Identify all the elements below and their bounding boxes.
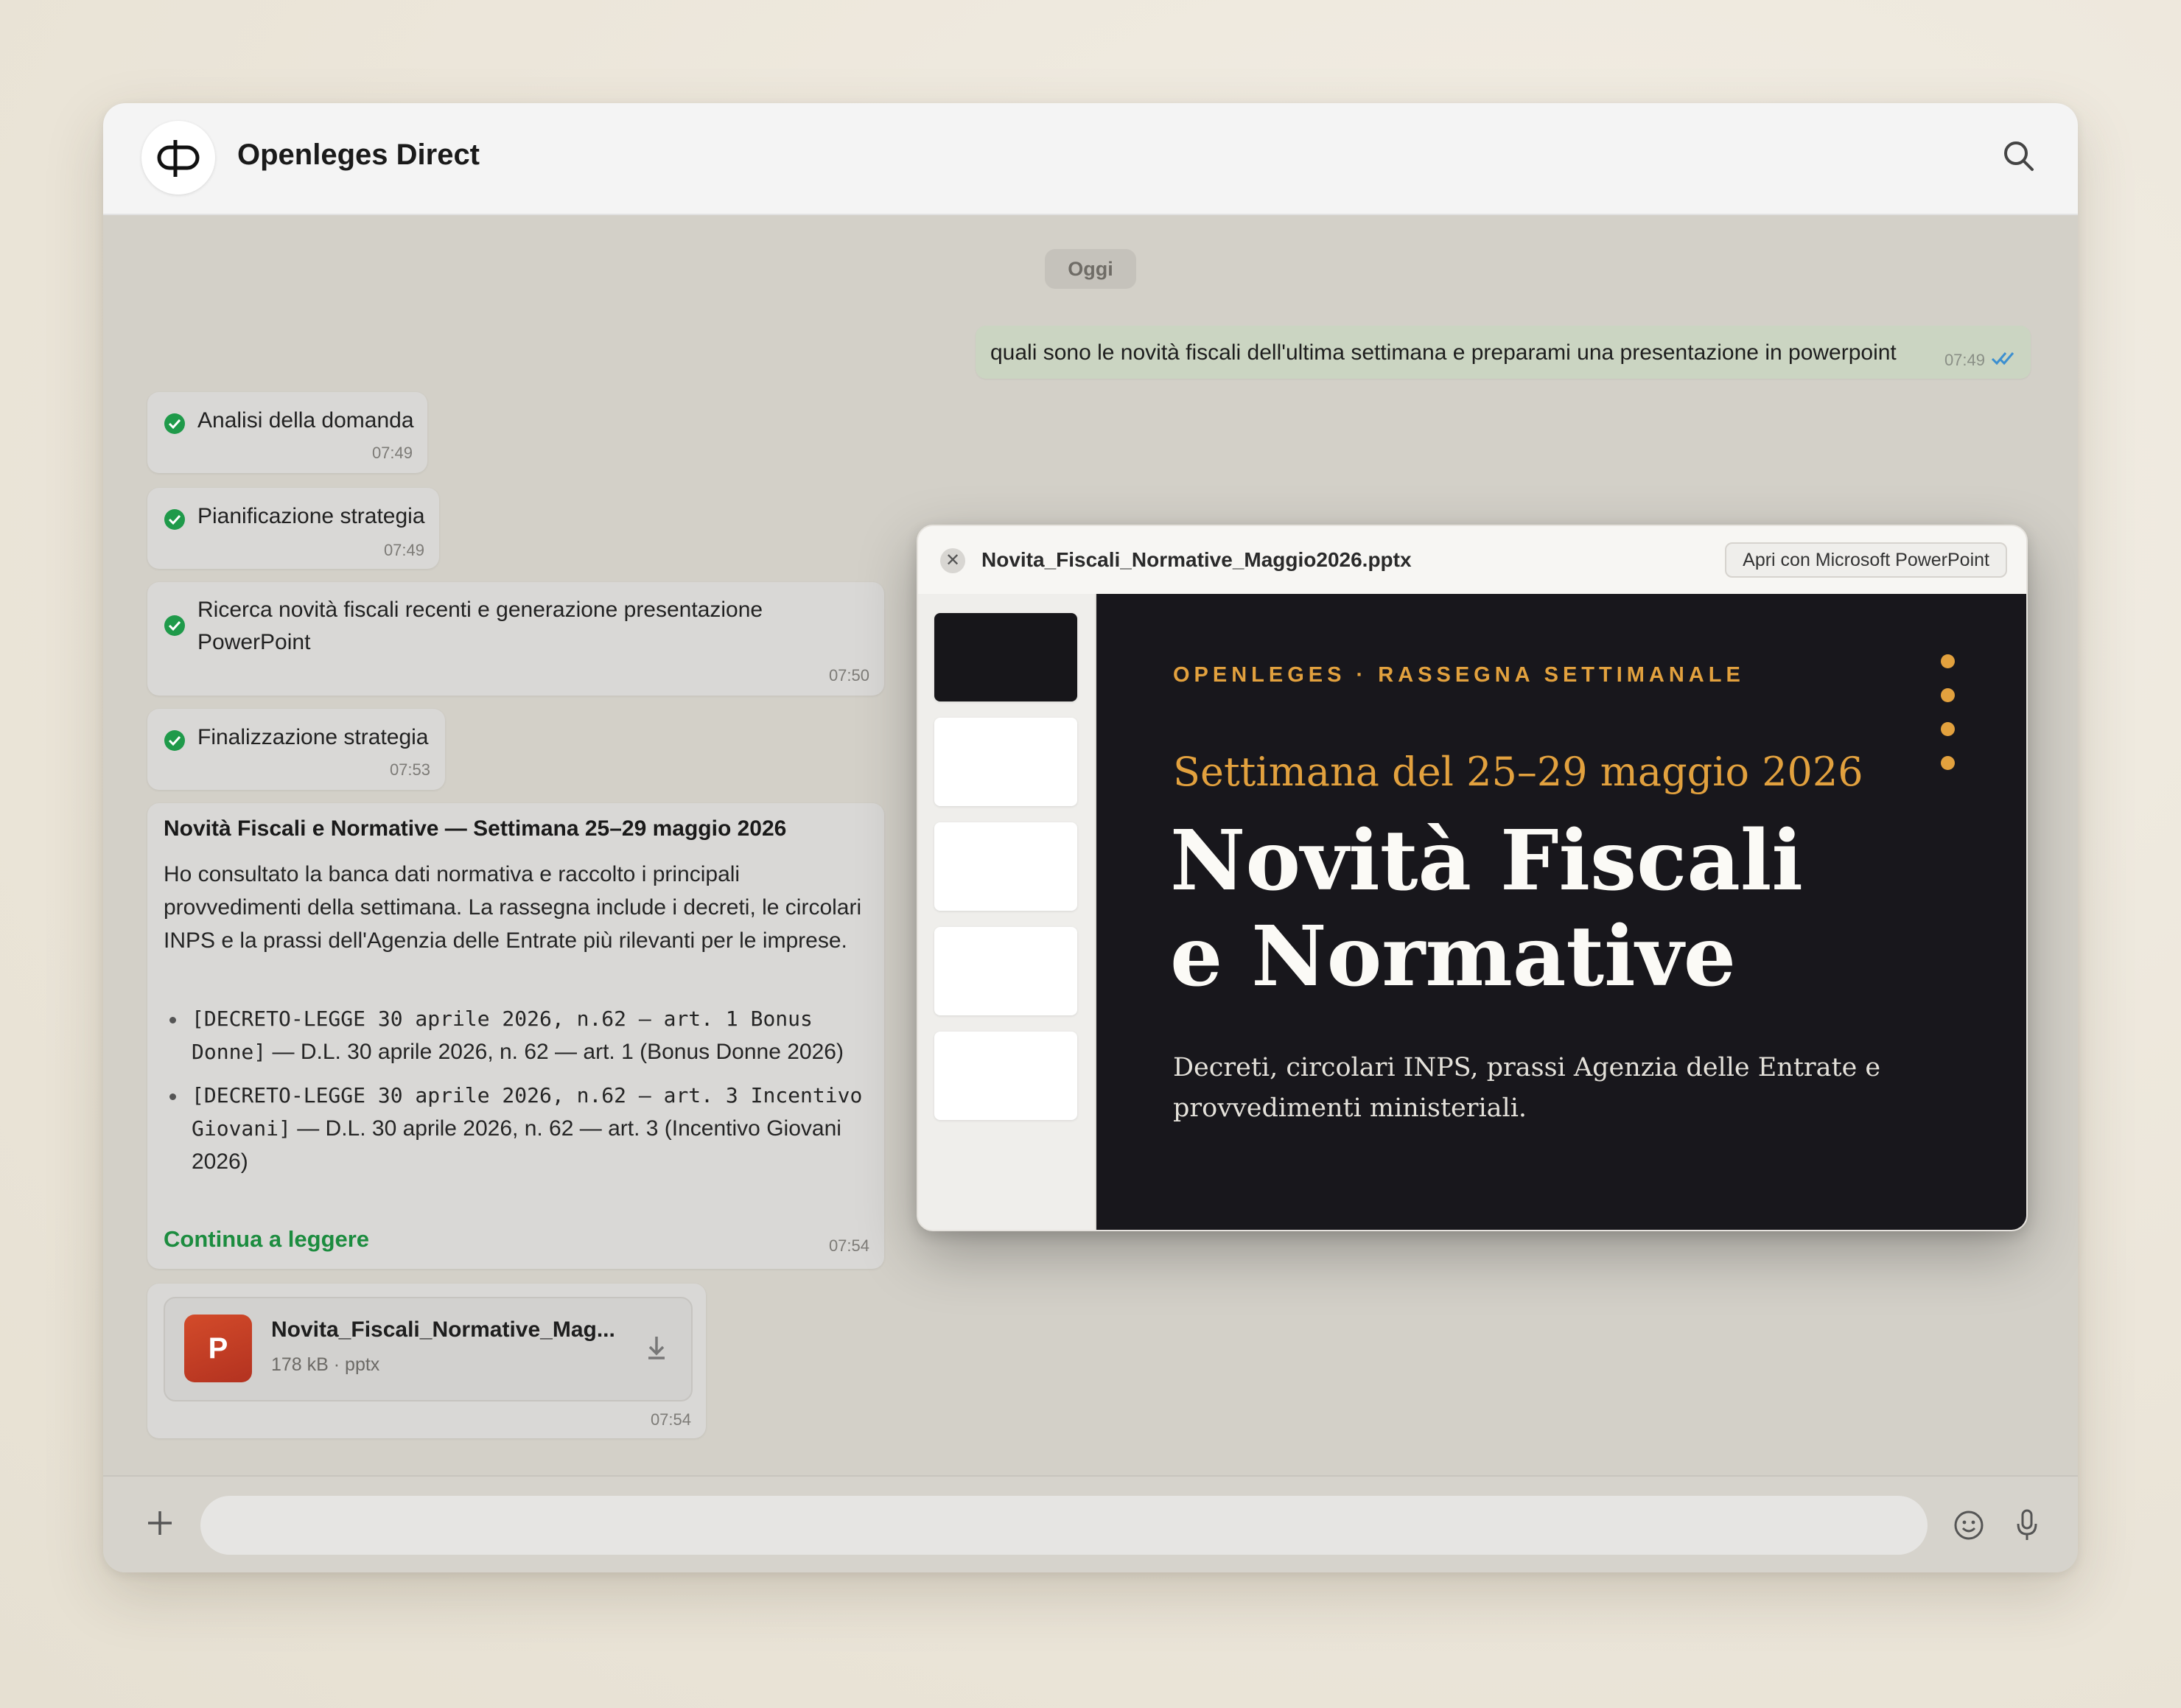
decoration-dot (1941, 756, 1955, 770)
emoji-icon[interactable] (1951, 1508, 1986, 1543)
check-circle-icon (164, 413, 186, 435)
status-message: Pianificazione strategia 07:49 (147, 488, 439, 569)
answer-paragraph: Ho consultato la banca dati normativa e … (164, 862, 862, 953)
outgoing-message-text: quali sono le novità fiscali dell'ultima… (990, 340, 1897, 365)
file-attachment-card[interactable]: P Novita_Fiscali_Normative_Mag... 178 kB… (164, 1297, 693, 1401)
microphone-icon[interactable] (2010, 1506, 2044, 1543)
slide-thumbnail[interactable] (934, 718, 1077, 806)
date-chip: Oggi (1045, 249, 1136, 289)
powerpoint-file-icon: P (184, 1315, 252, 1382)
check-circle-icon (164, 729, 186, 752)
chat-header: Openleges Direct (103, 103, 2078, 215)
status-message: Finalizzazione strategia 07:53 (147, 709, 445, 790)
message-time: 07:54 (828, 1236, 869, 1255)
status-message: Analisi della domanda 07:49 (147, 392, 427, 473)
list-item: [DECRETO-LEGGE 30 aprile 2026, n.62 — ar… (164, 1079, 871, 1178)
message-time: 07:50 (828, 666, 869, 685)
slide-subtitle: Settimana del 25–29 maggio 2026 (1173, 749, 1863, 795)
search-icon[interactable] (1997, 134, 2041, 178)
message-time: 07:49 (1944, 351, 1985, 369)
file-message: P Novita_Fiscali_Normative_Mag... 178 kB… (147, 1284, 706, 1438)
slide-title-line: Novità Fiscali (1170, 813, 1803, 909)
download-icon[interactable] (640, 1331, 673, 1365)
plus-icon[interactable] (141, 1505, 178, 1541)
file-meta: 178 kB · pptx (271, 1354, 380, 1375)
read-more-link[interactable]: Continua a leggere (164, 1226, 369, 1253)
slide-description: Decreti, circolari INPS, prassi Agenzia … (1173, 1053, 1881, 1123)
file-preview-window: ✕ Novita_Fiscali_Normative_Maggio2026.pp… (917, 525, 2028, 1231)
message-input[interactable] (200, 1496, 1928, 1555)
message-time: 07:53 (389, 760, 430, 779)
slide-thumbnail[interactable] (934, 1032, 1077, 1120)
decoration-dot (1941, 654, 1955, 668)
slide-decoration-dots (1941, 654, 1956, 790)
status-label: Pianificazione strategia (197, 504, 425, 528)
slide-thumbnail[interactable] (934, 927, 1077, 1015)
slide-thumbnail[interactable] (934, 822, 1077, 911)
citation-text: — D.L. 30 aprile 2026, n. 62 — art. 1 (B… (266, 1040, 844, 1064)
preview-filename: Novita_Fiscali_Normative_Maggio2026.pptx (981, 548, 1412, 571)
file-name: Novita_Fiscali_Normative_Mag... (271, 1317, 615, 1342)
answer-bullet-list: [DECRETO-LEGGE 30 aprile 2026, n.62 — ar… (164, 1002, 871, 1189)
slide-title-line: e Normative (1170, 909, 1737, 1005)
open-in-powerpoint-button[interactable]: Apri con Microsoft PowerPoint (1725, 542, 2007, 578)
slide-kicker: OPENLEGES · RASSEGNA SETTIMANALE (1173, 663, 1745, 687)
slide-canvas: OPENLEGES · RASSEGNA SETTIMANALE Settima… (1096, 594, 2026, 1230)
decoration-dot (1941, 688, 1955, 702)
slide-thumbnail[interactable] (934, 613, 1077, 701)
openleges-logo-icon (141, 121, 215, 195)
answer-title: Novità Fiscali e Normative — Settimana 2… (164, 816, 787, 841)
check-circle-icon (164, 508, 186, 531)
status-message: Ricerca novità fiscali recenti e generaz… (147, 582, 884, 696)
message-time: 07:49 (383, 541, 424, 559)
composer-bar (103, 1475, 2078, 1572)
message-time: 07:49 (371, 444, 413, 462)
decoration-dot (1941, 722, 1955, 736)
status-label: Analisi della domanda (197, 408, 414, 433)
status-label: Ricerca novità fiscali recenti e generaz… (197, 598, 763, 654)
check-circle-icon (164, 615, 186, 637)
slide-title: Novità Fiscali e Normative (1170, 813, 1803, 1005)
double-check-icon (1989, 349, 2019, 367)
answer-message[interactable]: Novità Fiscali e Normative — Settimana 2… (147, 803, 884, 1269)
close-icon[interactable]: ✕ (940, 548, 965, 573)
app-title: Openleges Direct (237, 139, 480, 171)
message-time: 07:54 (650, 1410, 691, 1429)
slide-thumbnail-list (918, 594, 1096, 1230)
status-label: Finalizzazione strategia (197, 725, 429, 749)
preview-header: ✕ Novita_Fiscali_Normative_Maggio2026.pp… (918, 526, 2026, 595)
list-item: [DECRETO-LEGGE 30 aprile 2026, n.62 — ar… (164, 1002, 871, 1068)
outgoing-message[interactable]: quali sono le novità fiscali dell'ultima… (976, 326, 2031, 379)
